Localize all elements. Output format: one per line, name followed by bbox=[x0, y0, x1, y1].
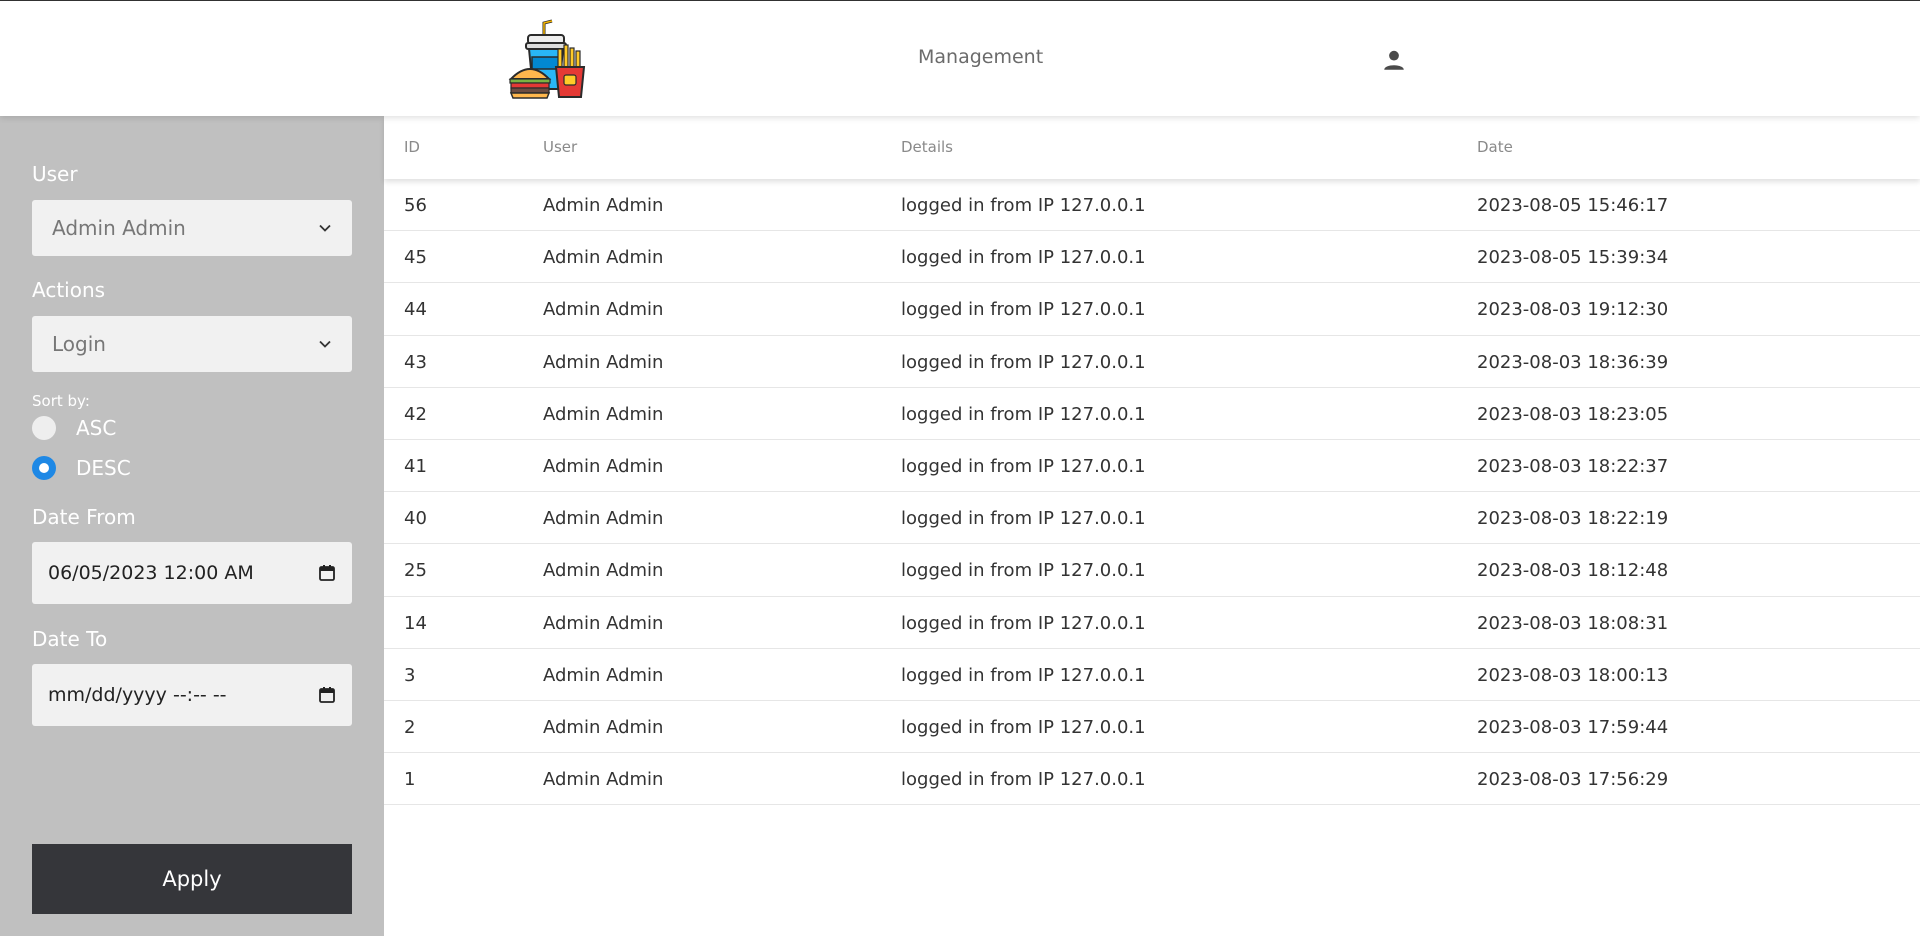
cell-id: 14 bbox=[404, 612, 427, 634]
cell-date: 2023-08-03 17:56:29 bbox=[1477, 769, 1669, 791]
actions-select[interactable]: Login bbox=[32, 316, 352, 372]
table-row[interactable]: 42 Admin Admin logged in from IP 127.0.0.1… bbox=[384, 388, 1920, 440]
cell-date: 2023-08-03 18:00:13 bbox=[1477, 664, 1669, 686]
cell-date: 2023-08-03 18:22:19 bbox=[1477, 508, 1669, 530]
cell-details: logged in from IP 127.0.0.1 bbox=[901, 508, 1146, 530]
table-row[interactable]: 1 Admin Admin logged in from IP 127.0.0.1 2… bbox=[384, 753, 1920, 806]
cell-id: 2 bbox=[404, 716, 416, 738]
cell-user: Admin Admin bbox=[543, 351, 664, 373]
cell-details: logged in from IP 127.0.0.1 bbox=[901, 403, 1146, 425]
cell-details: logged in from IP 127.0.0.1 bbox=[901, 769, 1146, 791]
person-icon[interactable] bbox=[1381, 47, 1407, 73]
cell-date: 2023-08-05 15:46:17 bbox=[1477, 195, 1669, 216]
cell-user: Admin Admin bbox=[543, 299, 664, 321]
date-to-value: mm/dd/yyyy --:-- -- bbox=[48, 684, 227, 706]
cell-date: 2023-08-03 18:08:31 bbox=[1477, 612, 1669, 634]
chevron-down-icon bbox=[319, 340, 331, 348]
date-from-value: 06/05/2023 12:00 AM bbox=[48, 562, 254, 584]
cell-date: 2023-08-05 15:39:34 bbox=[1477, 247, 1669, 269]
sort-asc-label: ASC bbox=[76, 416, 117, 440]
calendar-icon[interactable] bbox=[318, 564, 336, 582]
nav-management-link[interactable]: Management bbox=[918, 46, 1043, 68]
sort-asc-radio[interactable] bbox=[32, 416, 56, 440]
actions-select-value: Login bbox=[52, 332, 106, 356]
date-from-label: Date From bbox=[32, 505, 136, 529]
cell-details: logged in from IP 127.0.0.1 bbox=[901, 455, 1146, 477]
chevron-down-icon bbox=[319, 224, 331, 232]
table-row[interactable]: 41 Admin Admin logged in from IP 127.0.0.1… bbox=[384, 440, 1920, 493]
cell-id: 44 bbox=[404, 299, 427, 321]
cell-details: logged in from IP 127.0.0.1 bbox=[901, 612, 1146, 634]
filter-sidebar: User Admin Admin Actions Login Sort by: … bbox=[0, 116, 384, 936]
actions-filter-label: Actions bbox=[32, 278, 106, 302]
date-to-input[interactable]: mm/dd/yyyy --:-- -- bbox=[32, 664, 352, 726]
cell-date: 2023-08-03 19:12:30 bbox=[1477, 299, 1669, 321]
table-row[interactable]: 3 Admin Admin logged in from IP 127.0.0.1 2… bbox=[384, 649, 1920, 701]
date-from-input[interactable]: 06/05/2023 12:00 AM bbox=[32, 542, 352, 604]
table-row[interactable]: 45 Admin Admin logged in from IP 127.0.0.1… bbox=[384, 231, 1920, 284]
table-header: ID User Details Date bbox=[384, 116, 1920, 179]
sort-by-label: Sort by: bbox=[32, 392, 90, 410]
cell-user: Admin Admin bbox=[543, 455, 664, 477]
calendar-icon[interactable] bbox=[318, 686, 336, 704]
cell-id: 56 bbox=[404, 195, 427, 216]
cell-id: 41 bbox=[404, 455, 427, 477]
cell-id: 40 bbox=[404, 508, 427, 530]
logs-table-area: ID User Details Date 56 Admin Admin logged… bbox=[384, 116, 1920, 936]
sort-desc-label: DESC bbox=[76, 456, 131, 480]
cell-id: 3 bbox=[404, 664, 416, 686]
cell-user: Admin Admin bbox=[543, 769, 664, 791]
fast-food-logo-icon[interactable] bbox=[508, 19, 590, 99]
apply-button[interactable]: Apply bbox=[32, 844, 352, 914]
cell-user: Admin Admin bbox=[543, 247, 664, 269]
cell-details: logged in from IP 127.0.0.1 bbox=[901, 247, 1146, 269]
cell-date: 2023-08-03 18:23:05 bbox=[1477, 403, 1669, 425]
cell-user: Admin Admin bbox=[543, 560, 664, 582]
table-row[interactable]: 44 Admin Admin logged in from IP 127.0.0.1… bbox=[384, 283, 1920, 336]
column-header-id[interactable]: ID bbox=[404, 138, 420, 156]
cell-date: 2023-08-03 18:12:48 bbox=[1477, 560, 1669, 582]
table-row[interactable]: 14 Admin Admin logged in from IP 127.0.0.1… bbox=[384, 597, 1920, 649]
cell-details: logged in from IP 127.0.0.1 bbox=[901, 560, 1146, 582]
table-row[interactable]: 2 Admin Admin logged in from IP 127.0.0.1 2… bbox=[384, 701, 1920, 754]
cell-details: logged in from IP 127.0.0.1 bbox=[901, 664, 1146, 686]
user-select[interactable]: Admin Admin bbox=[32, 200, 352, 256]
column-header-details[interactable]: Details bbox=[901, 138, 953, 156]
cell-id: 42 bbox=[404, 403, 427, 425]
user-filter-label: User bbox=[32, 162, 78, 186]
sort-desc-option[interactable]: DESC bbox=[32, 456, 131, 480]
user-select-value: Admin Admin bbox=[52, 216, 186, 240]
cell-id: 25 bbox=[404, 560, 427, 582]
cell-details: logged in from IP 127.0.0.1 bbox=[901, 299, 1146, 321]
cell-id: 1 bbox=[404, 769, 416, 791]
table-row[interactable]: 25 Admin Admin logged in from IP 127.0.0.1… bbox=[384, 544, 1920, 597]
cell-details: logged in from IP 127.0.0.1 bbox=[901, 351, 1146, 373]
sort-desc-radio[interactable] bbox=[32, 456, 56, 480]
cell-id: 45 bbox=[404, 247, 427, 269]
cell-details: logged in from IP 127.0.0.1 bbox=[901, 195, 1146, 216]
table-row[interactable]: 43 Admin Admin logged in from IP 127.0.0.1… bbox=[384, 336, 1920, 388]
cell-date: 2023-08-03 18:22:37 bbox=[1477, 455, 1669, 477]
cell-user: Admin Admin bbox=[543, 612, 664, 634]
table-body: 56 Admin Admin logged in from IP 127.0.0.1… bbox=[384, 179, 1920, 806]
date-to-label: Date To bbox=[32, 627, 108, 651]
column-header-date[interactable]: Date bbox=[1477, 138, 1513, 156]
table-row[interactable]: 40 Admin Admin logged in from IP 127.0.0.1… bbox=[384, 492, 1920, 545]
sort-asc-option[interactable]: ASC bbox=[32, 416, 116, 440]
cell-user: Admin Admin bbox=[543, 403, 664, 425]
column-header-user[interactable]: User bbox=[543, 138, 577, 156]
top-navbar: Management bbox=[0, 1, 1920, 116]
table-row[interactable]: 56 Admin Admin logged in from IP 127.0.0.1… bbox=[384, 179, 1920, 232]
cell-user: Admin Admin bbox=[543, 716, 664, 738]
cell-details: logged in from IP 127.0.0.1 bbox=[901, 716, 1146, 738]
cell-id: 43 bbox=[404, 351, 427, 373]
cell-date: 2023-08-03 18:36:39 bbox=[1477, 351, 1669, 373]
cell-user: Admin Admin bbox=[543, 508, 664, 530]
cell-user: Admin Admin bbox=[543, 195, 664, 216]
cell-date: 2023-08-03 17:59:44 bbox=[1477, 716, 1669, 738]
cell-user: Admin Admin bbox=[543, 664, 664, 686]
